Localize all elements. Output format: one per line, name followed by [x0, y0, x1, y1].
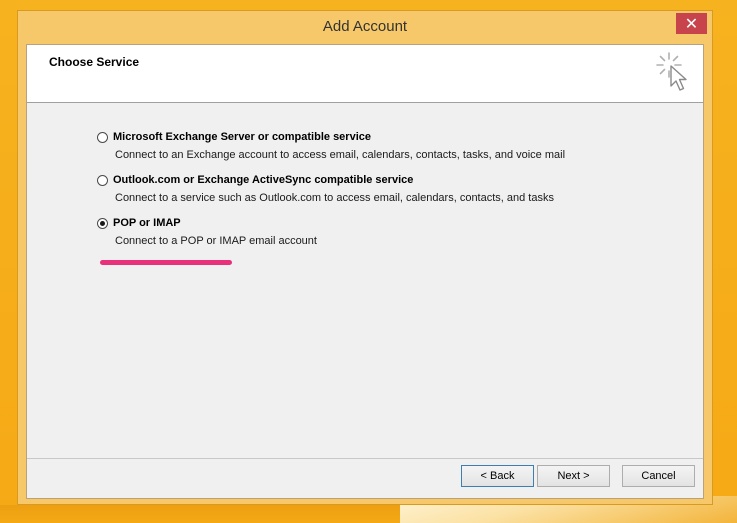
cancel-button[interactable]: Cancel [622, 465, 695, 487]
exchange-radio[interactable] [97, 132, 108, 143]
dialog-client-area: Choose Service Microsoft Exchange Server… [26, 44, 704, 499]
next-button[interactable]: Next > [537, 465, 610, 487]
wizard-cursor-icon [656, 52, 687, 91]
exchange-option-description: Connect to an Exchange account to access… [115, 149, 566, 161]
title-bar[interactable]: Add Account ✕ [18, 11, 712, 44]
add-account-dialog: Add Account ✕ Choose Service Microsoft E… [17, 10, 713, 505]
pop-imap-radio[interactable] [97, 218, 108, 229]
wizard-header: Choose Service [27, 45, 703, 103]
back-button[interactable]: < Back [461, 465, 534, 487]
dialog-title: Add Account [322, 18, 408, 35]
outlook-com-radio[interactable] [97, 175, 108, 186]
highlight-underline [100, 260, 232, 265]
close-button[interactable]: ✕ [676, 13, 707, 34]
pop-imap-option-description: Connect to a POP or IMAP email account [115, 235, 317, 247]
pop-imap-option-label[interactable]: POP or IMAP [113, 217, 181, 229]
page-title: Choose Service [49, 55, 140, 69]
outlook-com-option-description: Connect to a service such as Outlook.com… [115, 192, 554, 204]
exchange-option-label[interactable]: Microsoft Exchange Server or compatible … [113, 131, 371, 143]
footer-divider [27, 458, 703, 459]
outlook-com-option-label[interactable]: Outlook.com or Exchange ActiveSync compa… [113, 174, 413, 186]
